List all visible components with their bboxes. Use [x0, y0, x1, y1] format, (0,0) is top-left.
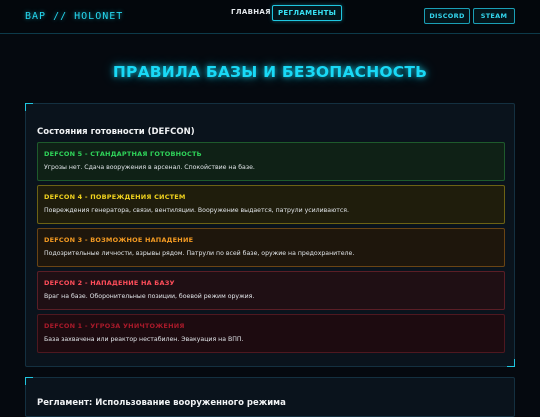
site-logo[interactable]: ВАР // HOLONET [25, 11, 123, 22]
steam-button[interactable]: STEAM [473, 8, 515, 24]
defcon-level-name: DEFCON 1 - УГРОЗА УНИЧТОЖЕНИЯ [44, 322, 185, 330]
defcon-level-description: Враг на базе. Оборонительные позиции, бо… [44, 293, 255, 300]
defcon-2-card: DEFCON 2 - НАПАДЕНИЕ НА БАЗУ Враг на баз… [37, 271, 505, 310]
defcon-level-description: Подозрительные личности, взрывы рядом. П… [44, 250, 355, 257]
corner-accent [25, 377, 33, 385]
nav-home-link[interactable]: ГЛАВНАЯ [231, 8, 271, 16]
weapons-regulation-panel: Регламент: Использование вооруженного ре… [25, 377, 515, 417]
defcon-level-name: DEFCON 3 - ВОЗМОЖНОЕ НАПАДЕНИЕ [44, 236, 194, 244]
defcon-level-description: Повреждения генератора, связи, вентиляци… [44, 207, 349, 214]
corner-accent [507, 359, 515, 367]
page-title: ПРАВИЛА БАЗЫ И БЕЗОПАСНОСТЬ [112, 63, 428, 81]
defcon-3-card: DEFCON 3 - ВОЗМОЖНОЕ НАПАДЕНИЕ Подозрите… [37, 228, 505, 267]
defcon-panel: Состояния готовности (DEFCON) DEFCON 5 -… [25, 103, 515, 367]
defcon-level-name: DEFCON 4 - ПОВРЕЖДЕНИЯ СИСТЕМ [44, 193, 186, 201]
defcon-level-name: DEFCON 5 - СТАНДАРТНАЯ ГОТОВНОСТЬ [44, 150, 202, 158]
defcon-4-card: DEFCON 4 - ПОВРЕЖДЕНИЯ СИСТЕМ Повреждени… [37, 185, 505, 224]
defcon-5-card: DEFCON 5 - СТАНДАРТНАЯ ГОТОВНОСТЬ Угрозы… [37, 142, 505, 181]
defcon-1-card: DEFCON 1 - УГРОЗА УНИЧТОЖЕНИЯ База захва… [37, 314, 505, 353]
discord-button[interactable]: DISCORD [424, 8, 470, 24]
defcon-level-description: База захвачена или реактор нестабилен. Э… [44, 336, 244, 343]
weapons-regulation-title: Регламент: Использование вооруженного ре… [37, 398, 286, 408]
defcon-section-title: Состояния готовности (DEFCON) [37, 127, 195, 137]
nav-regulations-link[interactable]: РЕГЛАМЕНТЫ [272, 5, 343, 21]
top-navbar: ВАР // HOLONET ГЛАВНАЯ РЕГЛАМЕНТЫ DISCOR… [0, 0, 540, 34]
corner-accent [25, 103, 33, 111]
defcon-level-description: Угрозы нет. Сдача вооружения в арсенал. … [44, 164, 255, 171]
defcon-level-name: DEFCON 2 - НАПАДЕНИЕ НА БАЗУ [44, 279, 175, 287]
